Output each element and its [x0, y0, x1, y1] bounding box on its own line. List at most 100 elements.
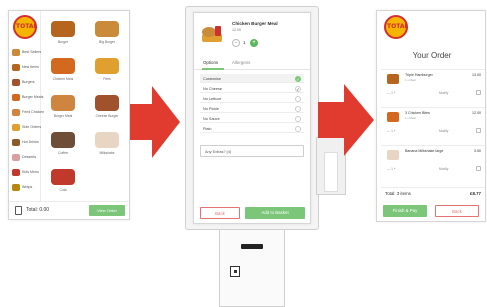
category-icon [12, 64, 20, 71]
option-row[interactable]: No Pickle [200, 104, 304, 113]
category-label: Wraps [22, 185, 33, 189]
product-name: Chicken Burger Meal [232, 21, 278, 26]
food-image [95, 132, 119, 148]
sidebar-category-item[interactable]: Desserts [12, 152, 40, 164]
qty-stepper[interactable]: — 1 + [387, 129, 396, 133]
menu-item-name: Cola [59, 188, 67, 192]
option-row[interactable]: Plain [200, 124, 304, 133]
order-line: Triple Hamburger 1 x Meal 13.00 — 1 + Modify [381, 69, 485, 103]
arrow-right-icon [318, 84, 374, 156]
menu-item-tile[interactable]: Cola [45, 167, 81, 197]
option-checkbox[interactable] [295, 105, 301, 112]
sidebar-category-item[interactable]: Kids Menu [12, 167, 40, 179]
logo-text: TOTAL [16, 23, 38, 30]
finish-and-pay-button[interactable]: Finish & Pay [383, 205, 427, 217]
order-item-price: 12.00 [472, 111, 481, 115]
check-icon: ✓ [295, 75, 301, 82]
menu-item-name: Cheese Burger [95, 114, 119, 118]
total-value: £8.77 [470, 191, 481, 196]
menu-item-tile[interactable]: Burger Meal [45, 93, 81, 123]
category-label: Burger Meals [22, 95, 44, 99]
back-button[interactable]: Back [435, 205, 479, 217]
order-item-name: 3 Chicken Bites [405, 111, 430, 115]
category-icon [12, 184, 20, 191]
food-image [95, 95, 119, 111]
option-checkbox[interactable] [295, 95, 301, 102]
product-price: 12.00 [232, 28, 241, 32]
category-icon [12, 109, 20, 116]
qty-increase-button[interactable]: + [250, 39, 258, 47]
sidebar-category-item[interactable]: Burger Meals [12, 92, 44, 104]
menu-item-tile[interactable]: Chicken Meal [45, 56, 81, 86]
order-total: Total: 0.00 [26, 207, 50, 213]
sidebar-category-item[interactable]: New Items [12, 62, 40, 74]
option-checkbox[interactable] [295, 125, 301, 132]
category-label: Desserts [22, 155, 37, 159]
options-header[interactable]: Customise ✓ [200, 74, 304, 83]
order-item-sub: 1 x Meal [405, 116, 416, 120]
option-checkbox[interactable]: ✓ [295, 85, 301, 92]
menu-item-tile[interactable]: Cheese Burger [89, 93, 125, 123]
order-line: Banana Milkshake large 3.50 — 1 + Modify [381, 145, 485, 179]
back-button[interactable]: Back [200, 207, 240, 219]
order-item-price: 13.00 [472, 73, 481, 77]
sidebar-category-item[interactable]: Burgers [12, 77, 40, 89]
sidebar-category-item[interactable]: Side Orders [12, 122, 42, 134]
option-checkbox[interactable] [295, 115, 301, 122]
arrow-right-icon [130, 86, 180, 158]
qty-decrease-button[interactable]: − [232, 39, 240, 47]
category-icon [12, 169, 20, 176]
menu-item-tile[interactable]: Fries [89, 56, 125, 86]
category-label: Burgers [22, 80, 35, 84]
delete-icon[interactable] [476, 166, 481, 171]
tab-allergens[interactable]: Allergens [232, 60, 250, 65]
food-image [95, 58, 119, 74]
menu-item-tile[interactable]: Burger [45, 19, 81, 49]
option-label: Plain [203, 126, 212, 131]
order-item-name: Triple Hamburger [405, 73, 433, 77]
add-to-basket-button[interactable]: Add to Basket [245, 207, 305, 219]
category-icon [12, 139, 20, 146]
category-label: New Items [22, 65, 39, 69]
menu-screen: TOTAL Best Sellers New Items Burgers Burger… [8, 10, 130, 220]
option-row[interactable]: No Sauce [200, 114, 304, 123]
sidebar-category-item[interactable]: Best Sellers [12, 47, 41, 59]
kiosk-stand [219, 229, 285, 307]
menu-item-name: Chicken Meal [52, 77, 74, 81]
sidebar-category-item[interactable]: Wraps [12, 182, 40, 194]
food-image [51, 169, 75, 185]
modify-link[interactable]: Modify [439, 129, 448, 133]
category-label: Fried Chicken [22, 110, 45, 114]
delete-icon[interactable] [476, 90, 481, 95]
food-image [51, 58, 75, 74]
view-order-button[interactable]: View Order [89, 205, 125, 216]
category-sidebar: TOTAL Best Sellers New Items Burgers Burger… [9, 11, 44, 201]
delete-icon[interactable] [476, 128, 481, 133]
category-label: Hot Drinks [22, 140, 39, 144]
category-icon [12, 154, 20, 161]
qty-stepper[interactable]: — 1 + [387, 91, 396, 95]
option-label: No Pickle [203, 106, 220, 111]
order-item-price: 3.50 [474, 149, 481, 153]
extras-field[interactable]: Any Extras? (4) [200, 145, 304, 157]
modify-link[interactable]: Modify [439, 167, 448, 171]
brand-logo: TOTAL [13, 15, 37, 39]
category-label: Side Orders [22, 125, 42, 129]
menu-item-name: Coffee [58, 151, 68, 155]
qty-stepper[interactable]: — 1 + [387, 167, 396, 171]
total-label: Total: 3 items [385, 191, 411, 196]
menu-item-tile[interactable]: Big Burger [89, 19, 125, 49]
option-row[interactable]: No Cheese ✓ [200, 84, 304, 93]
modify-link[interactable]: Modify [439, 91, 448, 95]
sidebar-category-item[interactable]: Fried Chicken [12, 107, 44, 119]
option-label: No Cheese [203, 86, 222, 91]
tab-options[interactable]: Options [203, 60, 218, 65]
option-label: No Lettuce [203, 96, 222, 101]
food-image [95, 21, 119, 37]
menu-item-tile[interactable]: Milkshake [89, 130, 125, 160]
menu-item-tile[interactable]: Coffee [45, 130, 81, 160]
menu-item-name: Burger Meal [53, 114, 73, 118]
option-row[interactable]: No Lettuce [200, 94, 304, 103]
sidebar-category-item[interactable]: Hot Drinks [12, 137, 40, 149]
food-image [387, 74, 399, 84]
